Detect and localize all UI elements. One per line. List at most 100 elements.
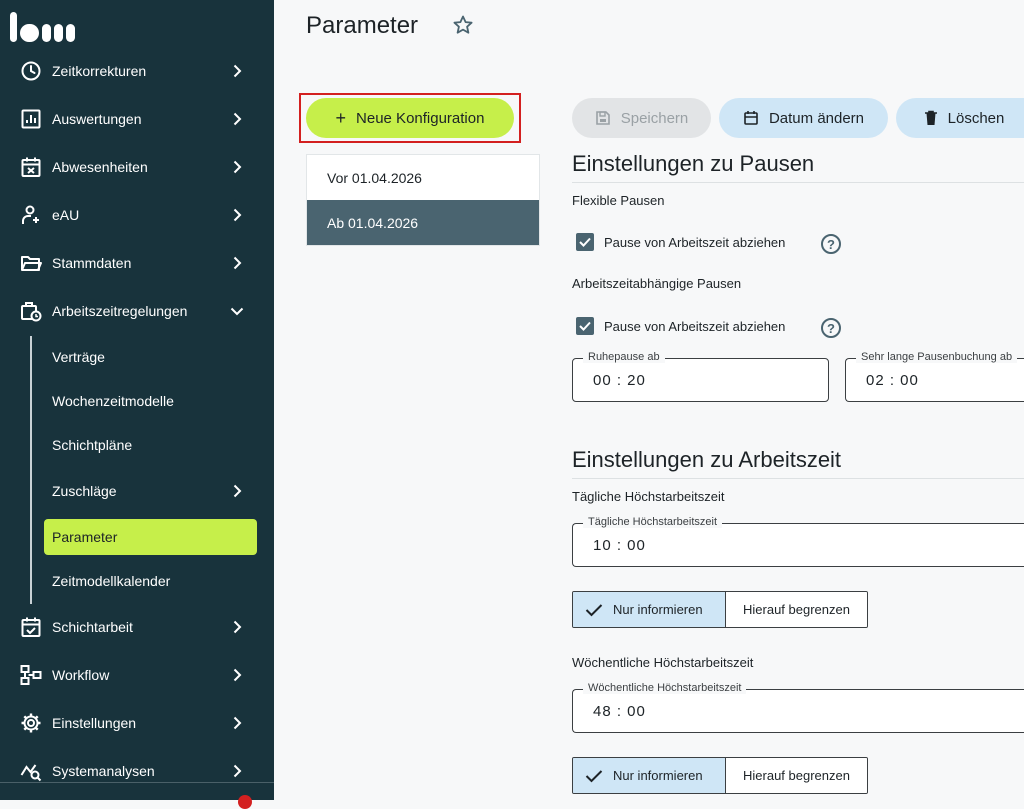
- sidebar-subitem-label: Verträge: [52, 349, 105, 365]
- checkbox-checked[interactable]: [576, 317, 594, 335]
- sidebar-subitem-label: Parameter: [52, 529, 118, 545]
- help-icon[interactable]: ?: [821, 318, 841, 338]
- calendar-x-icon: [20, 156, 42, 178]
- chevron-right-icon: [233, 484, 242, 498]
- field-label: Sehr lange Pausenbuchung ab: [856, 351, 1018, 363]
- chevron-right-icon: [233, 764, 242, 778]
- configuration-list: Vor 01.04.2026 Ab 01.04.2026: [306, 154, 540, 246]
- sidebar-subitem-zuschlaege[interactable]: Zuschläge: [44, 473, 257, 509]
- star-icon[interactable]: [452, 14, 474, 36]
- field-value: 48 : 00: [593, 703, 646, 720]
- section-title-pausen: Einstellungen zu Pausen: [572, 151, 815, 176]
- person-medical-icon: [20, 204, 42, 226]
- option-label: Nur informieren: [613, 768, 703, 783]
- chevron-right-icon: [233, 112, 242, 126]
- chevron-right-icon: [233, 64, 242, 78]
- help-icon[interactable]: ?: [821, 234, 841, 254]
- configuration-item-selected[interactable]: Ab 01.04.2026: [307, 200, 539, 245]
- sidebar-item-abwesenheiten[interactable]: Abwesenheiten: [0, 145, 274, 189]
- sidebar-subitem-label: Wochenzeitmodelle: [52, 393, 174, 409]
- sidebar-subitem-parameter[interactable]: Parameter: [44, 519, 257, 555]
- briefcase-clock-icon: [20, 300, 42, 322]
- weekly-mode-toggle: Nur informieren Hierauf begrenzen: [572, 757, 868, 794]
- sidebar-item-auswertungen[interactable]: Auswertungen: [0, 97, 274, 141]
- option-label: Nur informieren: [613, 602, 703, 617]
- gear-icon: [20, 712, 42, 734]
- lange-pausenbuchung-field[interactable]: Sehr lange Pausenbuchung ab 02 : 00: [845, 351, 1024, 402]
- save-icon: [595, 111, 610, 125]
- sidebar: Zeitkorrekturen Auswertungen Abwesenheit…: [0, 0, 274, 809]
- option-nur-informieren[interactable]: Nur informieren: [573, 758, 726, 793]
- check-icon: [585, 603, 603, 616]
- weekly-max-field[interactable]: Wöchentliche Höchstarbeitszeit 48 : 00: [572, 682, 1024, 733]
- chevron-right-icon: [233, 256, 242, 270]
- sidebar-item-stammdaten[interactable]: Stammdaten: [0, 241, 274, 285]
- folder-icon: [20, 252, 42, 274]
- section-divider: [572, 478, 1024, 479]
- section-title-arbeitszeit: Einstellungen zu Arbeitszeit: [572, 447, 842, 472]
- sidebar-item-label: Stammdaten: [52, 255, 132, 271]
- field-label: Ruhepause ab: [583, 351, 665, 363]
- change-date-label: Datum ändern: [768, 109, 865, 127]
- chevron-right-icon: [233, 668, 242, 682]
- save-button[interactable]: Speichern: [572, 98, 711, 138]
- new-configuration-label: Neue Konfiguration: [356, 109, 485, 127]
- sidebar-subitem-wochenzeitmodelle[interactable]: Wochenzeitmodelle: [44, 383, 257, 419]
- sidebar-item-schichtarbeit[interactable]: Schichtarbeit: [0, 605, 274, 649]
- sidebar-divider: [0, 782, 274, 783]
- sidebar-item-arbeitszeitregelungen[interactable]: Arbeitszeitregelungen: [0, 289, 274, 333]
- chevron-right-icon: [233, 620, 242, 634]
- sidebar-subitem-label: Zeitmodellkalender: [52, 573, 171, 589]
- sidebar-subitem-vertraege[interactable]: Verträge: [44, 339, 257, 375]
- plus-icon: +: [335, 107, 347, 128]
- chevron-right-icon: [233, 160, 242, 174]
- ruhepause-field[interactable]: Ruhepause ab 00 : 20: [572, 351, 829, 402]
- sidebar-item-workflow[interactable]: Workflow: [0, 653, 274, 697]
- sidebar-item-einstellungen[interactable]: Einstellungen: [0, 701, 274, 745]
- field-value: 00 : 20: [593, 372, 646, 389]
- trash-icon: [924, 110, 937, 125]
- field-value: 10 : 00: [593, 537, 646, 554]
- app-logo[interactable]: [10, 12, 75, 42]
- option-nur-informieren[interactable]: Nur informieren: [573, 592, 726, 627]
- field-label: Tägliche Höchstarbeitszeit: [583, 516, 723, 528]
- sidebar-item-eau[interactable]: eAU: [0, 193, 274, 237]
- sidebar-item-label: Arbeitszeitregelungen: [52, 303, 188, 319]
- field-value: 02 : 00: [866, 372, 919, 389]
- delete-button[interactable]: Löschen: [896, 98, 1024, 138]
- sidebar-item-label: Schichtarbeit: [52, 619, 133, 635]
- sidebar-item-label: Einstellungen: [52, 715, 137, 731]
- arbeitszeitabhaengige-pausen-heading: Arbeitszeitabhängige Pausen: [572, 276, 742, 291]
- chevron-right-icon: [233, 716, 242, 730]
- sidebar-item-label: Zeitkorrekturen: [52, 63, 147, 79]
- submenu-line: [30, 336, 32, 604]
- sidebar-item-systemanalysen[interactable]: Systemanalysen: [0, 749, 274, 793]
- check-icon: [585, 769, 603, 782]
- checkbox-label: Pause von Arbeitszeit abziehen: [604, 318, 786, 334]
- checkbox-checked[interactable]: [576, 233, 594, 251]
- sidebar-subitem-schichtplaene[interactable]: Schichtpläne: [44, 427, 257, 463]
- save-label: Speichern: [620, 109, 689, 127]
- workflow-icon: [20, 664, 42, 686]
- notification-badge[interactable]: [238, 795, 252, 809]
- section-divider: [572, 182, 1024, 183]
- daily-max-field[interactable]: Tägliche Höchstarbeitszeit 10 : 00: [572, 516, 1024, 567]
- new-configuration-button[interactable]: + Neue Konfiguration: [306, 98, 514, 138]
- clock-icon: [20, 60, 42, 82]
- page-title: Parameter: [306, 12, 419, 39]
- sidebar-item-zeitkorrekturen[interactable]: Zeitkorrekturen: [0, 49, 274, 93]
- field-label: Wöchentliche Höchstarbeitszeit: [583, 682, 747, 694]
- sidebar-item-label: eAU: [52, 207, 80, 223]
- abh-pause-checkbox-row[interactable]: Pause von Arbeitszeit abziehen: [576, 314, 785, 338]
- flexible-pause-checkbox-row[interactable]: Pause von Arbeitszeit abziehen: [576, 230, 785, 254]
- calendar-check-icon: [20, 616, 42, 638]
- option-hierauf-begrenzen[interactable]: Hierauf begrenzen: [726, 592, 867, 627]
- sidebar-item-label: Auswertungen: [52, 111, 142, 127]
- sidebar-subitem-zeitmodellkalender[interactable]: Zeitmodellkalender: [44, 563, 257, 599]
- change-date-button[interactable]: Datum ändern: [719, 98, 888, 138]
- option-hierauf-begrenzen[interactable]: Hierauf begrenzen: [726, 758, 867, 793]
- configuration-item[interactable]: Vor 01.04.2026: [307, 155, 539, 200]
- checkbox-label: Pause von Arbeitszeit abziehen: [604, 234, 786, 250]
- chart-icon: [20, 108, 42, 130]
- sidebar-item-label: Workflow: [52, 667, 110, 683]
